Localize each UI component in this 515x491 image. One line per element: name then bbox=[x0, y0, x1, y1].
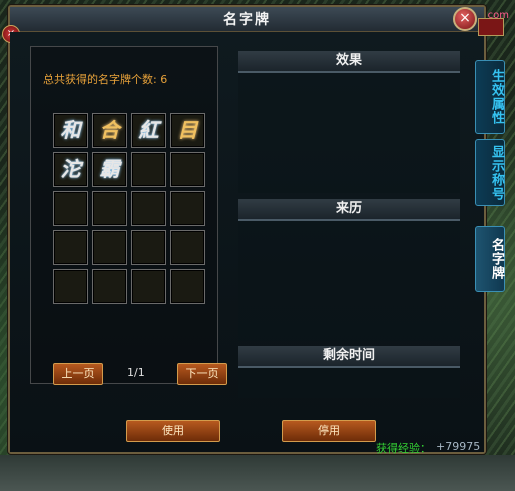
window-close-button[interactable]: × bbox=[453, 7, 477, 31]
exp-gain-label: 获得经验： bbox=[376, 442, 431, 455]
empty-slot[interactable] bbox=[131, 191, 166, 226]
next-page-button[interactable]: 下一页 bbox=[177, 363, 227, 385]
nameplate-slot[interactable]: 霸 bbox=[92, 152, 127, 187]
empty-slot[interactable] bbox=[131, 152, 166, 187]
nameplate-glyph: 合 bbox=[99, 118, 120, 142]
empty-slot[interactable] bbox=[53, 191, 88, 226]
empty-slot[interactable] bbox=[131, 230, 166, 265]
nameplate-slot[interactable]: 沱 bbox=[53, 152, 88, 187]
exp-gain-value: +79975 bbox=[436, 440, 481, 453]
effect-header: 效果 bbox=[238, 51, 460, 73]
pager: 上一页 1/1 下一页 bbox=[53, 363, 227, 385]
disable-button[interactable]: 停用 bbox=[282, 420, 376, 442]
page-indicator: 1/1 bbox=[127, 366, 145, 379]
empty-slot[interactable] bbox=[170, 269, 205, 304]
origin-body bbox=[238, 221, 460, 341]
window-title: 名字牌 bbox=[223, 12, 271, 28]
nameplate-glyph: 沱 bbox=[60, 157, 81, 181]
empty-slot[interactable] bbox=[92, 230, 127, 265]
empty-slot[interactable] bbox=[170, 191, 205, 226]
nameplate-window: 名字牌 × 总共获得的名字牌个数: 6 和合紅目沱霸 上一页 1/1 下一页 效… bbox=[2, 5, 486, 454]
nameplate-count: 总共获得的名字牌个数: 6 bbox=[43, 73, 168, 86]
nameplate-slot[interactable]: 目 bbox=[170, 113, 205, 148]
use-button[interactable]: 使用 bbox=[126, 420, 220, 442]
nameplate-glyph: 和 bbox=[60, 118, 81, 142]
empty-slot[interactable] bbox=[170, 230, 205, 265]
tab-effect-attributes[interactable]: 生效属性 bbox=[475, 60, 505, 134]
nameplate-glyph: 霸 bbox=[99, 157, 120, 181]
nameplate-panel: 总共获得的名字牌个数: 6 和合紅目沱霸 上一页 1/1 下一页 bbox=[30, 46, 227, 385]
nameplate-glyph: 目 bbox=[177, 118, 198, 142]
nameplate-grid: 和合紅目沱霸 bbox=[53, 113, 209, 304]
tab-scroll-marker bbox=[478, 18, 504, 36]
tab-show-title[interactable]: 显示称号 bbox=[475, 139, 505, 206]
empty-slot[interactable] bbox=[131, 269, 166, 304]
game-hud-strip bbox=[0, 455, 515, 491]
tab-nameplate[interactable]: 名字牌 bbox=[475, 226, 505, 292]
nameplate-glyph: 紅 bbox=[138, 118, 159, 142]
empty-slot[interactable] bbox=[53, 269, 88, 304]
nameplate-slot[interactable]: 合 bbox=[92, 113, 127, 148]
window-titlebar: 名字牌 bbox=[10, 7, 484, 32]
nameplate-slot[interactable]: 和 bbox=[53, 113, 88, 148]
empty-slot[interactable] bbox=[53, 230, 88, 265]
origin-header: 来历 bbox=[238, 199, 460, 221]
prev-page-button[interactable]: 上一页 bbox=[53, 363, 103, 385]
nameplate-slot[interactable]: 紅 bbox=[131, 113, 166, 148]
window-content: 总共获得的名字牌个数: 6 和合紅目沱霸 上一页 1/1 下一页 效果 来历 剩… bbox=[10, 32, 484, 452]
effect-body bbox=[238, 73, 460, 193]
empty-slot[interactable] bbox=[92, 191, 127, 226]
empty-slot[interactable] bbox=[170, 152, 205, 187]
empty-slot[interactable] bbox=[92, 269, 127, 304]
remaining-time-header: 剩余时间 bbox=[238, 346, 460, 368]
remaining-time-body bbox=[238, 368, 460, 398]
